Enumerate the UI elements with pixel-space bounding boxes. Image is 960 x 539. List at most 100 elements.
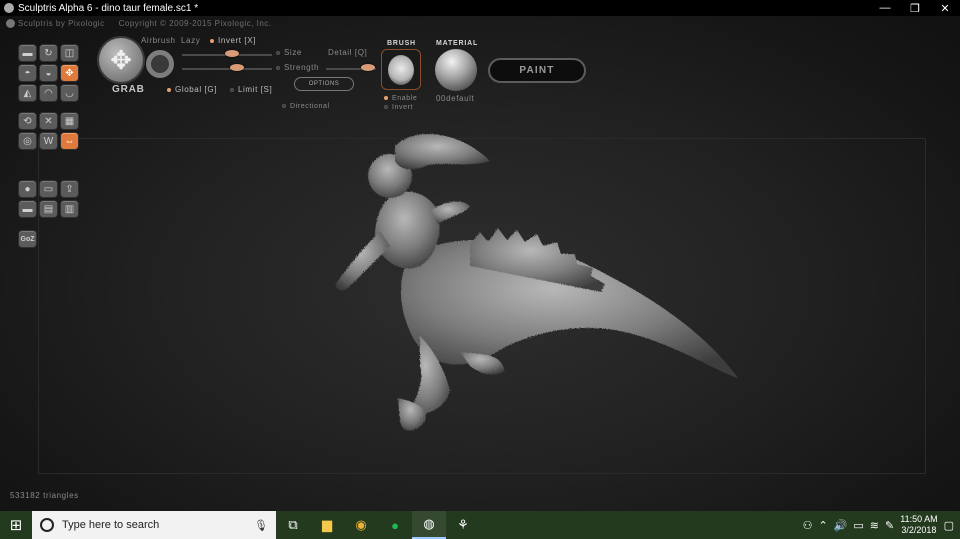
strength-radio-icon (276, 65, 280, 70)
sculptris-taskbar-button[interactable]: ◍ (412, 511, 446, 539)
rotate-tool-button[interactable]: ↻ (39, 44, 58, 62)
chrome-icon: ◉ (355, 517, 367, 532)
brand-label: Sculptris by Pixologic (6, 19, 105, 29)
flatten-tool-button[interactable]: ◓ (18, 64, 37, 82)
grab-tool-button[interactable]: ✥ (60, 64, 79, 82)
dino-sculpt-model[interactable] (320, 116, 750, 441)
import-button[interactable]: ⇪ (60, 180, 79, 198)
symmetry-button[interactable]: ◎ (18, 132, 37, 150)
taskbar-search[interactable]: Type here to search 🎙 (32, 511, 276, 539)
airbrush-option[interactable]: Airbrush (141, 36, 176, 45)
brush-thumbnail[interactable] (381, 49, 421, 90)
sculpt-viewport[interactable]: Sculptris by Pixologic Copyright © 2009-… (0, 16, 960, 511)
wireframe-button[interactable]: W (39, 132, 58, 150)
battery-icon[interactable]: ▭ (853, 519, 863, 532)
minimize-button[interactable]: — (870, 0, 900, 16)
sculptris-icon: ◍ (423, 516, 435, 531)
material-name: 00default (436, 94, 475, 103)
chevron-up-icon[interactable]: ⌃ (818, 519, 827, 532)
lazy-option[interactable]: Lazy (181, 36, 200, 45)
save-icon: ▤ (43, 203, 54, 215)
enable-option[interactable]: Enable (384, 95, 417, 102)
notifications-icon[interactable]: ▢ (944, 519, 954, 532)
subdivide-button[interactable]: ▬ (18, 200, 37, 218)
wifi-icon[interactable]: ≋ (870, 519, 879, 532)
app-icon (4, 3, 14, 13)
goz-button[interactable]: GoZ (18, 230, 37, 248)
strength-option[interactable]: Strength (276, 63, 319, 72)
paint-button[interactable]: PAINT (488, 58, 586, 83)
app-header: Sculptris by Pixologic Copyright © 2009-… (6, 19, 272, 29)
mask-tool-button[interactable]: ▦ (60, 112, 79, 130)
pen-icon[interactable]: ✎ (885, 519, 894, 532)
strength-slider-knob[interactable] (230, 64, 244, 71)
scale-tool-button[interactable]: ✕ (39, 112, 58, 130)
airbrush-falloff-icon[interactable] (146, 50, 174, 78)
size-option[interactable]: Size (276, 48, 302, 57)
directional-option[interactable]: Directional (282, 103, 330, 110)
mirror-arrows-icon: ⇔ (64, 135, 75, 147)
scale-icon: ✕ (44, 115, 53, 127)
reduce-icon: ◡ (65, 87, 74, 99)
copyright-label: Copyright © 2009-2015 Pixologic, Inc. (118, 19, 272, 28)
export-icon: ▥ (64, 203, 75, 215)
new-plane-button[interactable]: ▭ (39, 180, 58, 198)
detail-label: Detail [Q] (328, 48, 368, 57)
grab-tool-icon: ✥ (99, 38, 143, 82)
task-view-icon: ⧉ (288, 517, 298, 532)
rotate-icon: ↻ (44, 47, 53, 59)
invert-brush-radio-icon (384, 105, 388, 110)
save-button[interactable]: ▤ (39, 200, 58, 218)
global-radio-icon (167, 87, 171, 92)
options-button[interactable]: OPTIONS (294, 77, 354, 91)
pixologic-logo-icon (6, 19, 15, 29)
new-sphere-button[interactable]: ● (18, 180, 37, 198)
brush-alpha-icon (388, 54, 414, 85)
size-slider-knob[interactable] (225, 50, 239, 57)
brush-header: BRUSH (387, 40, 416, 47)
export-button[interactable]: ▥ (60, 200, 79, 218)
window-title: Sculptris Alpha 6 - dino taur female.sc1… (18, 2, 199, 14)
material-sphere-icon[interactable] (435, 49, 477, 91)
current-tool-label: GRAB (112, 84, 145, 95)
draw-icon: ▬ (22, 47, 33, 59)
invert-option[interactable]: Invert [X] (210, 36, 256, 45)
plane-icon: ▭ (43, 183, 54, 195)
close-button[interactable]: ✕ (930, 0, 960, 16)
file-explorer-button[interactable]: ▆ (310, 511, 344, 539)
smooth-tool-button[interactable]: ◠ (39, 84, 58, 102)
material-header: MATERIAL (436, 40, 479, 47)
clock[interactable]: 11:50 AM 3/2/2018 (900, 514, 937, 536)
size-radio-icon (276, 50, 280, 55)
grab-arrows-icon: ✥ (65, 67, 74, 79)
pinch-tool-button[interactable]: ◭ (18, 84, 37, 102)
strength-slider-track[interactable] (182, 68, 272, 70)
rotate-view-button[interactable]: ⟲ (18, 112, 37, 130)
invert-brush-option[interactable]: Invert (384, 104, 413, 111)
chrome-button[interactable]: ◉ (344, 511, 378, 539)
mirror-button[interactable]: ⇔ (60, 132, 79, 150)
people-icon[interactable]: ⚇ (803, 519, 813, 532)
flatten-icon: ◓ (24, 67, 31, 79)
search-placeholder: Type here to search (62, 519, 160, 531)
global-option[interactable]: Global [G] (167, 85, 217, 94)
draw-tool-button[interactable]: ▬ (18, 44, 37, 62)
volume-icon[interactable]: 🔊 (834, 519, 848, 532)
spotify-button[interactable]: ● (378, 511, 412, 539)
inflate-icon: ◒ (45, 67, 52, 79)
reduce-tool-button[interactable]: ◡ (60, 84, 79, 102)
symmetry-icon: ◎ (23, 135, 32, 147)
spotify-icon: ● (391, 517, 399, 533)
crease-icon: ◫ (64, 47, 75, 59)
start-button[interactable]: ⊞ (0, 511, 32, 539)
app-taskbar-button[interactable]: ⚘ (446, 511, 480, 539)
detail-slider-knob[interactable] (361, 64, 375, 71)
task-view-button[interactable]: ⧉ (276, 511, 310, 539)
crease-tool-button[interactable]: ◫ (60, 44, 79, 62)
maximize-button[interactable]: ❐ (900, 0, 930, 16)
inflate-tool-button[interactable]: ◒ (39, 64, 58, 82)
clock-time: 11:50 AM (900, 514, 938, 524)
microphone-icon[interactable]: 🎙 (254, 519, 268, 532)
windows-logo-icon: ⊞ (9, 517, 23, 534)
limit-option[interactable]: Limit [S] (230, 85, 272, 94)
